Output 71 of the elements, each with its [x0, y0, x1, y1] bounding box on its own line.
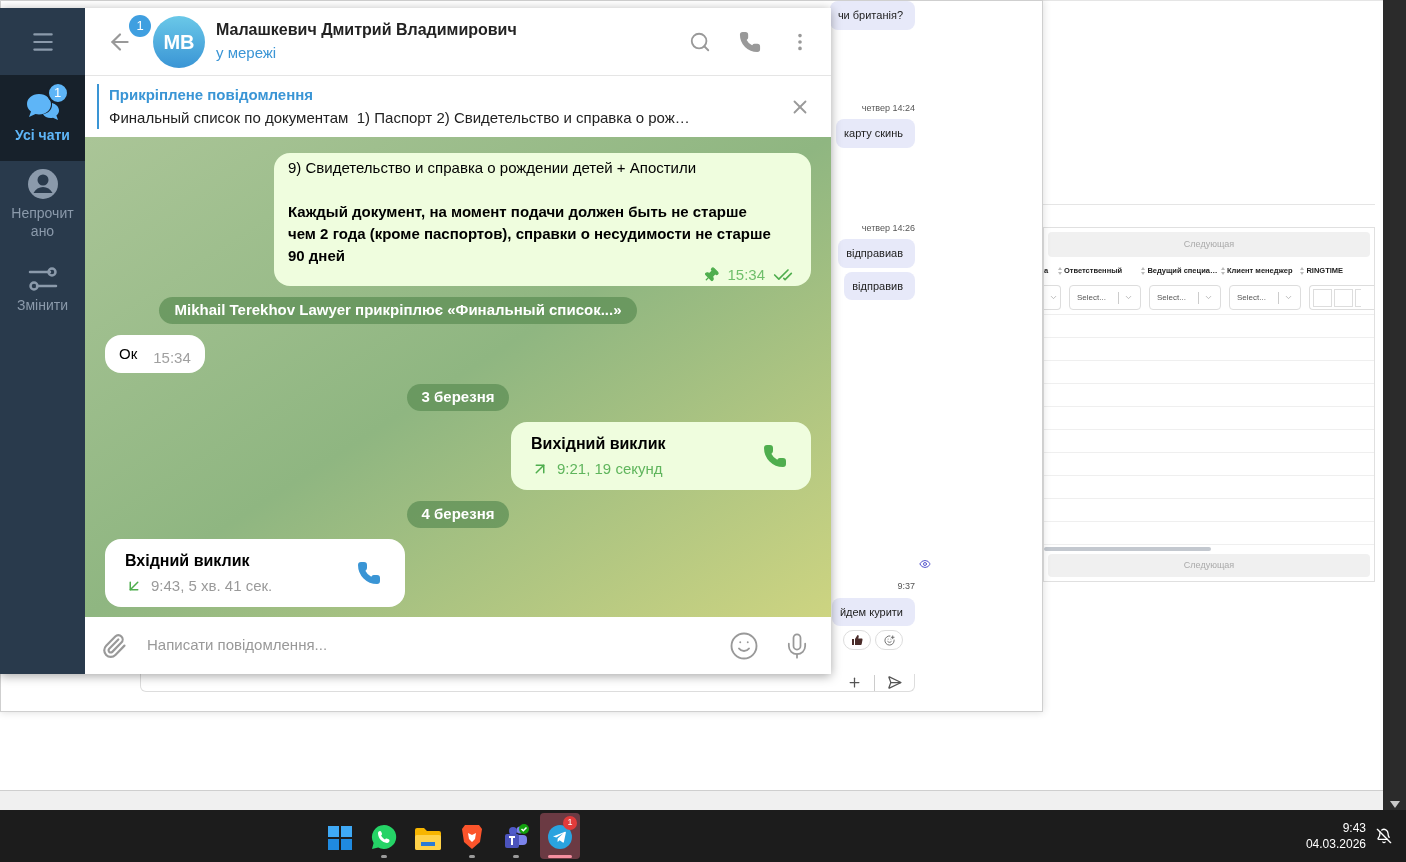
call-title: Вхідний виклик: [125, 550, 251, 571]
unread-badge: 1: [46, 82, 69, 104]
four-squares-icon: [328, 826, 352, 850]
sidebar-tab[interactable]: Непрочитано: [0, 161, 85, 247]
message-text: Ок: [119, 343, 138, 364]
reaction-chip[interactable]: [843, 630, 871, 650]
chevron-down-icon: [1284, 293, 1293, 302]
user-circle-icon: [26, 168, 59, 200]
select-field[interactable]: Select...: [1149, 285, 1221, 310]
contact-status: у мережі: [216, 43, 278, 64]
message-time: 15:34: [727, 265, 765, 285]
message-bubble: відправив: [844, 271, 915, 300]
message-time: 15:34: [153, 347, 191, 368]
taskbar-app[interactable]: 1: [540, 813, 580, 859]
message-bubble: йдем курити: [831, 597, 915, 626]
sort-icon: [1300, 267, 1305, 275]
call-title: Вихідний виклик: [531, 433, 666, 454]
sliders-icon: [27, 266, 58, 292]
eye-icon: [919, 558, 931, 570]
sidebar-tab[interactable]: 1 Усі чати: [0, 75, 85, 161]
message-time: 9:37: [897, 580, 915, 593]
back-badge: 1: [129, 14, 151, 37]
message-bubble: відправиав: [838, 239, 915, 268]
phone-icon[interactable]: [357, 560, 381, 585]
call-detail: 9:21, 19 секунд: [557, 458, 663, 479]
people-icon: [503, 824, 529, 850]
phone-icon[interactable]: [739, 30, 761, 53]
paper-plane-icon: [547, 824, 573, 850]
chevron-down-icon: [1049, 293, 1058, 302]
send-icon[interactable]: [887, 675, 902, 690]
search-icon[interactable]: [689, 30, 711, 53]
service-message: Mikhail Terekhov Lawyer прикріплює «Финальный список...»: [159, 297, 637, 324]
plus-icon[interactable]: [847, 675, 862, 690]
sort-icon: [1220, 267, 1225, 275]
sidebar-label: Змінити: [16, 296, 69, 314]
chevron-down-icon: [1124, 293, 1133, 302]
select-field[interactable]: [1044, 285, 1061, 310]
add-reaction-icon: [883, 634, 895, 646]
message-bubble: чи британія?: [829, 1, 915, 30]
shield-icon: [461, 824, 483, 850]
paperclip-icon[interactable]: [101, 632, 127, 659]
call-detail: 9:43, 5 хв. 41 сек.: [151, 575, 273, 596]
sidebar-tab[interactable]: Змінити: [0, 247, 85, 333]
thumbs-up-icon: [851, 634, 863, 646]
message-time: четвер 14:24: [861, 101, 915, 115]
chat-phone-icon: [371, 824, 397, 850]
scroll-down-icon[interactable]: [1389, 801, 1400, 808]
message-text: Каждый документ, на момент подачи должен быть не старше чем 2 года (кроме паспортов), справки о несудимости не старше 90 дней: [288, 202, 772, 266]
sort-icon: [1057, 267, 1062, 275]
sidebar-label: Непрочитано: [10, 204, 75, 240]
select-field[interactable]: Select...: [1229, 285, 1301, 310]
message-text: 9) Свидетельство и справка о рождении детей + Апостили: [288, 158, 698, 178]
folder-icon: [415, 828, 441, 850]
message-time: четвер 14:26: [861, 221, 915, 235]
select-field[interactable]: Select...: [1069, 285, 1141, 310]
pinned-text: Финальный список по документам 1) Паспорт 2) Свидетельство и справка о рож…: [109, 107, 691, 128]
chevron-down-icon: [1204, 293, 1213, 302]
message-input[interactable]: Написати повідомлення...: [147, 634, 729, 657]
notification-badge: 1: [563, 816, 577, 830]
phone-icon[interactable]: [763, 443, 787, 468]
avatar: MB: [153, 15, 205, 68]
time-field[interactable]: [1309, 285, 1374, 310]
message-bubble: карту скинь: [835, 119, 915, 148]
pinned-title: Прикріплене повідомлення: [109, 85, 315, 105]
clock-date: 04.03.2026: [1305, 836, 1366, 852]
emoji-icon[interactable]: [729, 630, 759, 661]
sidebar-label: Усі чати: [14, 126, 71, 144]
notification-icon[interactable]: [1376, 828, 1392, 844]
clock-time: 9:43: [1342, 820, 1366, 836]
contact-name: Малашкевич Дмитрий Владимирович: [216, 20, 518, 41]
sort-icon: [1141, 267, 1146, 275]
